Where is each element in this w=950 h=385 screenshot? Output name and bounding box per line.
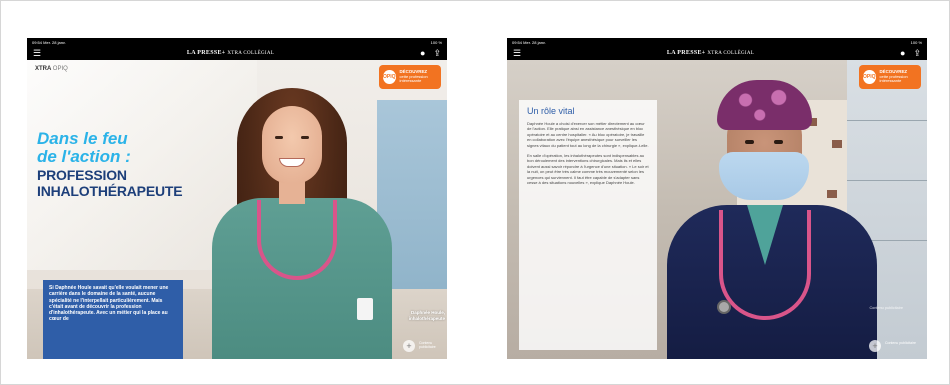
title-main-line-1: PROFESSION — [37, 167, 127, 183]
expand-plus-icon[interactable]: + — [403, 340, 415, 352]
discover-badge[interactable]: OPIQ DÉCOUVREZ cette profession intéressa… — [379, 65, 441, 89]
status-battery: 100 % — [430, 39, 442, 45]
hamburger-icon[interactable]: ☰ — [513, 48, 521, 59]
article-paragraph-1: Daphnée Houle a choisi d'exercer son mét… — [527, 121, 649, 148]
title-italic-line-2: de l'action : — [37, 147, 131, 166]
sponsored-label: Contenu publicitaire — [419, 341, 436, 349]
intro-text-box: Si Daphnée Houle savait qu'elle voulait … — [43, 280, 183, 359]
surgical-cap — [717, 80, 812, 130]
app-nav-bar: ☰ LA PRESSE+ XTRA COLLÈGIAL ● ⇪ — [507, 46, 927, 60]
expand-plus-icon[interactable]: + — [869, 340, 881, 352]
status-bar: 09:54 Mer. 28 janv. 100 % — [27, 38, 447, 46]
status-bar: 09:54 Mer. 28 janv. 100 % — [507, 38, 927, 46]
nurse-masked-photo — [657, 80, 887, 359]
article-page-detail: OPIQ DÉCOUVREZ cette profession intéressa… — [507, 60, 927, 359]
nurse-photo — [207, 88, 407, 359]
id-badge — [357, 298, 373, 320]
tablet-screen-left: 09:54 Mer. 28 janv. 100 % ☰ LA PRESSE+ X… — [27, 38, 447, 359]
sponsored-label: Contenu publicitaire — [885, 341, 916, 345]
app-brand: LA PRESSE+ XTRA COLLÈGIAL — [666, 50, 755, 56]
opiq-logo-icon: OPIQ — [383, 70, 396, 84]
app-brand: LA PRESSE+ XTRA COLLÈGIAL — [186, 50, 275, 56]
status-date: Mer. 28 janv. — [523, 39, 546, 45]
title-main-line-2: INHALOTHÉRAPEUTE — [37, 183, 183, 199]
article-page-cover: XTRA OPIQ OPIQ DÉCOUVREZ cette profession… — [27, 60, 447, 359]
share-icon[interactable]: ⇪ — [433, 48, 441, 59]
hamburger-icon[interactable]: ☰ — [33, 48, 41, 59]
surgical-mask — [719, 152, 809, 200]
status-time: 09:54 — [512, 39, 523, 45]
user-icon[interactable]: ● — [420, 48, 425, 59]
status-time: 09:54 — [32, 39, 43, 45]
screenshot-frame: 09:54 Mer. 28 janv. 100 % ☰ LA PRESSE+ X… — [0, 0, 950, 385]
badge-subtitle: cette profession intéressante — [399, 73, 428, 84]
article-title: Dans le feu de l'action : PROFESSION INH… — [37, 129, 257, 199]
section-heading: Un rôle vital — [527, 106, 575, 116]
photo-caption: Contenu publicitaire — [869, 306, 903, 310]
caption-role: inhalothérapeute — [408, 315, 445, 321]
photo-caption: Daphnée Houle, inhalothérapeute — [397, 310, 445, 321]
opiq-logo-icon: OPIQ — [863, 70, 876, 84]
article-text-panel: Un rôle vital Daphnée Houle a choisi d'e… — [519, 100, 657, 350]
status-battery: 100 % — [910, 39, 922, 45]
section-tag: XTRA OPIQ — [35, 66, 68, 72]
tablet-screen-right: 09:54 Mer. 28 janv. 100 % ☰ LA PRESSE+ X… — [507, 38, 927, 359]
stethoscope — [719, 210, 811, 320]
article-paragraph-2: En salle d'opération, les inhalothérapeu… — [527, 153, 649, 186]
title-italic-line-1: Dans le feu — [37, 129, 128, 148]
discover-badge[interactable]: OPIQ DÉCOUVREZ cette profession intéressa… — [859, 65, 921, 89]
app-nav-bar: ☰ LA PRESSE+ XTRA COLLÈGIAL ● ⇪ — [27, 46, 447, 60]
caption-name: Daphnée Houle, — [410, 310, 445, 315]
badge-subtitle: cette profession intéressante — [879, 73, 908, 84]
stethoscope — [257, 200, 337, 280]
share-icon[interactable]: ⇪ — [913, 48, 921, 59]
user-icon[interactable]: ● — [900, 48, 905, 59]
status-date: Mer. 28 janv. — [43, 39, 66, 45]
